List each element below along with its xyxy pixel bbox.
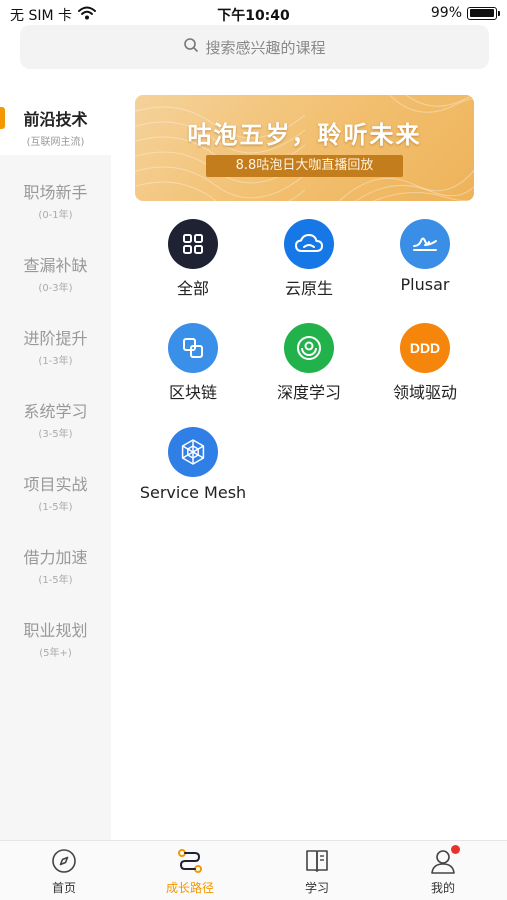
ddd-icon: DDD xyxy=(400,323,450,373)
tab-home[interactable]: 首页 xyxy=(24,847,104,896)
grid-icon xyxy=(168,219,218,269)
tab-label: 学习 xyxy=(304,881,329,895)
category-label: 深度学习 xyxy=(276,383,341,402)
notification-badge xyxy=(451,845,460,854)
sidebar-item-title: 项目实战 xyxy=(23,475,88,494)
category-all[interactable]: 全部 xyxy=(135,219,251,299)
status-bar: 无 SIM 卡 下午10:40 99% xyxy=(0,0,507,28)
tab-label: 成长路径 xyxy=(165,881,214,895)
sidebar-item-frontier-tech[interactable]: 前沿技术 (互联网主流) xyxy=(0,82,111,155)
sidebar-item-subtitle: (0-3年) xyxy=(38,283,73,294)
target-icon xyxy=(284,323,334,373)
category-domain-driven[interactable]: DDD 领域驱动 xyxy=(367,323,483,403)
category-label: 全部 xyxy=(176,279,209,298)
banner-title: 咕泡五岁，聆听未来 xyxy=(187,121,422,149)
sidebar-item-title: 系统学习 xyxy=(23,402,88,421)
sidebar-item-title: 查漏补缺 xyxy=(23,256,88,275)
sidebar-item-subtitle: (3-5年) xyxy=(38,429,73,440)
sidebar-item-subtitle: (1-5年) xyxy=(38,502,73,513)
tab-study[interactable]: 学习 xyxy=(277,847,357,896)
battery-percent: 99% xyxy=(430,5,462,21)
sidebar-item-subtitle: (0-1年) xyxy=(38,210,73,221)
sidebar-item-accelerate[interactable]: 借力加速 (1-5年) xyxy=(0,520,111,593)
tab-label: 我的 xyxy=(430,881,455,895)
sidebar-item-subtitle: (1-3年) xyxy=(38,356,73,367)
battery-level xyxy=(469,9,495,17)
sidebar-item-title: 职场新手 xyxy=(23,183,88,202)
active-indicator xyxy=(0,107,5,129)
profile-icon xyxy=(429,845,460,875)
category-label: Service Mesh xyxy=(139,483,247,502)
sidebar-item-title: 职业规划 xyxy=(23,621,88,640)
sidebar-item-title: 前沿技术 xyxy=(23,110,88,129)
compass-icon xyxy=(50,847,78,875)
wave-icon xyxy=(400,219,450,269)
tab-label: 首页 xyxy=(51,881,76,895)
sidebar-item-newcomer[interactable]: 职场新手 (0-1年) xyxy=(0,155,111,228)
sidebar-item-subtitle: (互联网主流) xyxy=(26,137,85,148)
banner-subtitle: 8.8咕泡日大咖直播回放 xyxy=(206,155,403,177)
category-label: 区块链 xyxy=(168,383,217,402)
search-placeholder: 搜索感兴趣的课程 xyxy=(205,38,326,57)
status-right: 99% xyxy=(430,5,500,21)
sidebar-item-projects[interactable]: 项目实战 (1-5年) xyxy=(0,447,111,520)
category-blockchain[interactable]: 区块链 xyxy=(135,323,251,403)
sidebar: 前沿技术 (互联网主流) 职场新手 (0-1年) 查漏补缺 (0-3年) 进阶提… xyxy=(0,82,111,840)
category-label: 云原生 xyxy=(284,279,333,298)
sidebar-item-title: 借力加速 xyxy=(23,548,88,567)
sidebar-item-subtitle: (5年+) xyxy=(39,648,72,659)
search-icon xyxy=(183,37,199,57)
ddd-icon-text: DDD xyxy=(409,340,441,356)
sidebar-item-advanced[interactable]: 进阶提升 (1-3年) xyxy=(0,301,111,374)
sidebar-item-title: 进阶提升 xyxy=(23,329,88,348)
blocks-icon xyxy=(168,323,218,373)
tab-mine[interactable]: 我的 xyxy=(403,845,483,896)
category-label: Plusar xyxy=(400,275,450,294)
category-cloud-native[interactable]: 云原生 xyxy=(251,219,367,299)
category-deep-learning[interactable]: 深度学习 xyxy=(251,323,367,403)
sidebar-item-systematic[interactable]: 系统学习 (3-5年) xyxy=(0,374,111,447)
bottom-nav: 首页 成长路径 学习 我的 xyxy=(0,840,507,900)
mesh-icon xyxy=(168,427,218,477)
category-plusar[interactable]: Plusar xyxy=(367,219,483,294)
cloud-icon xyxy=(284,219,334,269)
battery-icon xyxy=(467,6,500,20)
search-input[interactable]: 搜索感兴趣的课程 xyxy=(20,25,489,69)
category-label: 领域驱动 xyxy=(392,383,457,402)
promo-banner[interactable]: 咕泡五岁，聆听未来 8.8咕泡日大咖直播回放 xyxy=(135,95,474,201)
sidebar-item-fill-gaps[interactable]: 查漏补缺 (0-3年) xyxy=(0,228,111,301)
sidebar-item-subtitle: (1-5年) xyxy=(38,575,73,586)
category-service-mesh[interactable]: Service Mesh xyxy=(135,427,251,502)
path-icon xyxy=(176,847,204,875)
sidebar-item-career-planning[interactable]: 职业规划 (5年+) xyxy=(0,593,111,666)
tab-growth-path[interactable]: 成长路径 xyxy=(150,847,230,896)
book-icon xyxy=(303,847,331,875)
